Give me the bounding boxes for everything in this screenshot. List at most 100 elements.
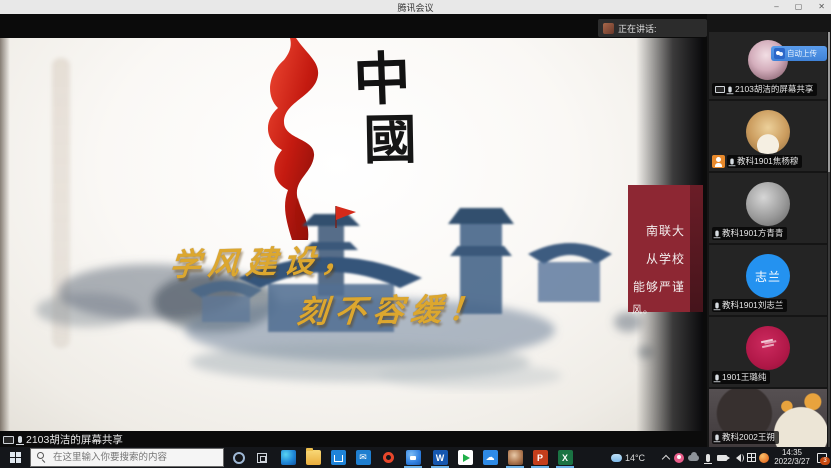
tray-microphone[interactable] [701, 447, 714, 468]
microphone-icon [706, 454, 710, 462]
avatar: 志兰 [746, 254, 790, 298]
taskbar-search[interactable] [30, 447, 224, 468]
red-side-panel: 南联大 从学校 能够严谨 风。 [628, 185, 690, 312]
headline-line2: 刻不容缓！ [295, 283, 489, 331]
close-icon[interactable]: ✕ [818, 0, 825, 14]
word-icon: W [433, 450, 448, 465]
orange-app-icon [759, 453, 769, 463]
participant-tile[interactable]: 志兰 教科1901刘志兰 [709, 245, 827, 315]
participant-label: 1901王璐纯 [712, 371, 770, 384]
headline-line1: 学风建设， [168, 234, 361, 284]
pink-app-icon [674, 453, 684, 463]
avatar [746, 326, 790, 370]
share-banner-text: 2103胡洁的屏幕共享 [26, 432, 123, 447]
calligraphy-zhong: 中 [333, 48, 431, 111]
notification-badge: 3 [820, 457, 830, 465]
tray-input-method[interactable] [744, 447, 758, 468]
raised-hand-icon [712, 155, 725, 168]
excel-icon: X [558, 450, 573, 465]
weather-icon [611, 454, 622, 462]
red-panel-line: 风。 [628, 301, 690, 321]
taskbar-app-store[interactable] [326, 447, 350, 468]
screen-share-icon [715, 86, 725, 93]
taskbar-app-file-explorer[interactable] [301, 447, 325, 468]
red-panel-line: 从学校 [628, 245, 690, 273]
tray-expand-button[interactable] [659, 447, 673, 468]
participant-name: 教科1901方青青 [722, 228, 783, 239]
taskbar-search-input[interactable] [30, 448, 224, 467]
taskbar-app-video-player[interactable] [453, 447, 477, 468]
store-icon [331, 450, 346, 465]
participant-name: 教科1901刘志兰 [722, 300, 783, 311]
taskbar-app-edge[interactable] [276, 447, 300, 468]
mic-icon [715, 375, 718, 381]
mail-icon: ✉ [356, 450, 371, 465]
taskbar-app-mail[interactable]: ✉ [351, 447, 375, 468]
taskbar-app-office[interactable] [376, 447, 400, 468]
cortana-button[interactable] [228, 447, 250, 468]
upload-toast[interactable]: 自动上传 [771, 46, 827, 61]
share-banner: 2103胡洁的屏幕共享 [0, 432, 123, 447]
calligraphy-guo: 國 [341, 109, 438, 171]
red-side-strip [690, 185, 703, 312]
cloud-upload-icon [774, 48, 785, 59]
tray-app-pink[interactable] [672, 447, 686, 468]
participant-label: 教科1901方青青 [712, 227, 787, 240]
chat-avatar-icon [508, 450, 523, 465]
speaker-avatar [603, 23, 614, 34]
task-view-button[interactable] [251, 447, 273, 468]
taskbar-app-chat[interactable] [503, 447, 527, 468]
taskbar-clock[interactable]: 14:35 2022/3/27 [771, 447, 813, 468]
sidebar-scrollbar-thumb[interactable] [828, 32, 830, 172]
tray-app-orange[interactable] [757, 447, 771, 468]
taskbar-app-cloud-drive[interactable]: ☁ [478, 447, 502, 468]
tray-cloud[interactable] [686, 447, 701, 468]
camera-icon [717, 455, 727, 461]
cloud-icon [688, 455, 699, 461]
tray-volume[interactable] [729, 447, 744, 468]
maximize-icon[interactable]: ▢ [795, 0, 803, 14]
task-view-icon [257, 453, 267, 463]
window-controls: – ▢ ✕ [774, 0, 825, 14]
play-icon [458, 450, 473, 465]
participant-tile[interactable]: 1901王璐纯 [709, 317, 827, 387]
participant-name: 1901王璐纯 [722, 372, 766, 383]
weather-temp: 14°C [625, 453, 645, 463]
participant-label: 2103胡洁的屏幕共享 [712, 83, 817, 96]
speaker-icon [732, 454, 741, 462]
red-panel-line: 南联大 [628, 217, 690, 245]
start-button[interactable] [0, 447, 30, 468]
chevron-up-icon [662, 455, 670, 463]
taskbar-weather[interactable]: 14°C [600, 447, 656, 468]
minimize-icon[interactable]: – [774, 0, 778, 14]
clock-date: 2022/3/27 [774, 458, 810, 467]
avatar-initials: 志兰 [755, 268, 781, 285]
cloud-drive-icon: ☁ [483, 450, 498, 465]
participant-tile[interactable]: 自动上传 2103胡洁的屏幕共享 [709, 32, 827, 99]
participant-name: 2103胡洁的屏幕共享 [735, 84, 813, 95]
mic-icon [730, 159, 733, 165]
window-titlebar: 腾讯会议 – ▢ ✕ [0, 0, 831, 14]
action-center-button[interactable]: 3 [813, 447, 831, 468]
participant-label: 教科2002王朔 [712, 431, 779, 444]
taskbar-app-powerpoint[interactable]: P [528, 447, 552, 468]
windows-logo-icon [10, 452, 21, 463]
red-panel-line: 能够严谨 [628, 273, 690, 301]
tray-camera[interactable] [714, 447, 729, 468]
participant-tile[interactable]: 教科2002王朔 [709, 389, 827, 447]
slide-left-vignette [0, 38, 10, 431]
mic-icon [715, 303, 718, 309]
taskbar-app-excel[interactable]: X [553, 447, 577, 468]
participant-name: 教科2002王朔 [722, 432, 775, 443]
taskbar-app-meeting[interactable] [401, 447, 425, 468]
taskbar-app-word[interactable]: W [428, 447, 452, 468]
participant-label: 教科1901焦杨穆 [727, 155, 802, 168]
participant-tile[interactable]: 教科1901方青青 [709, 173, 827, 243]
participant-tile[interactable]: 教科1901焦杨穆 [709, 101, 827, 171]
upload-toast-label: 自动上传 [787, 48, 817, 59]
avatar [746, 110, 790, 154]
notification-icon: 3 [817, 453, 827, 463]
powerpoint-icon: P [533, 450, 548, 465]
participant-label: 教科1901刘志兰 [712, 299, 787, 312]
window-title: 腾讯会议 [397, 1, 433, 14]
